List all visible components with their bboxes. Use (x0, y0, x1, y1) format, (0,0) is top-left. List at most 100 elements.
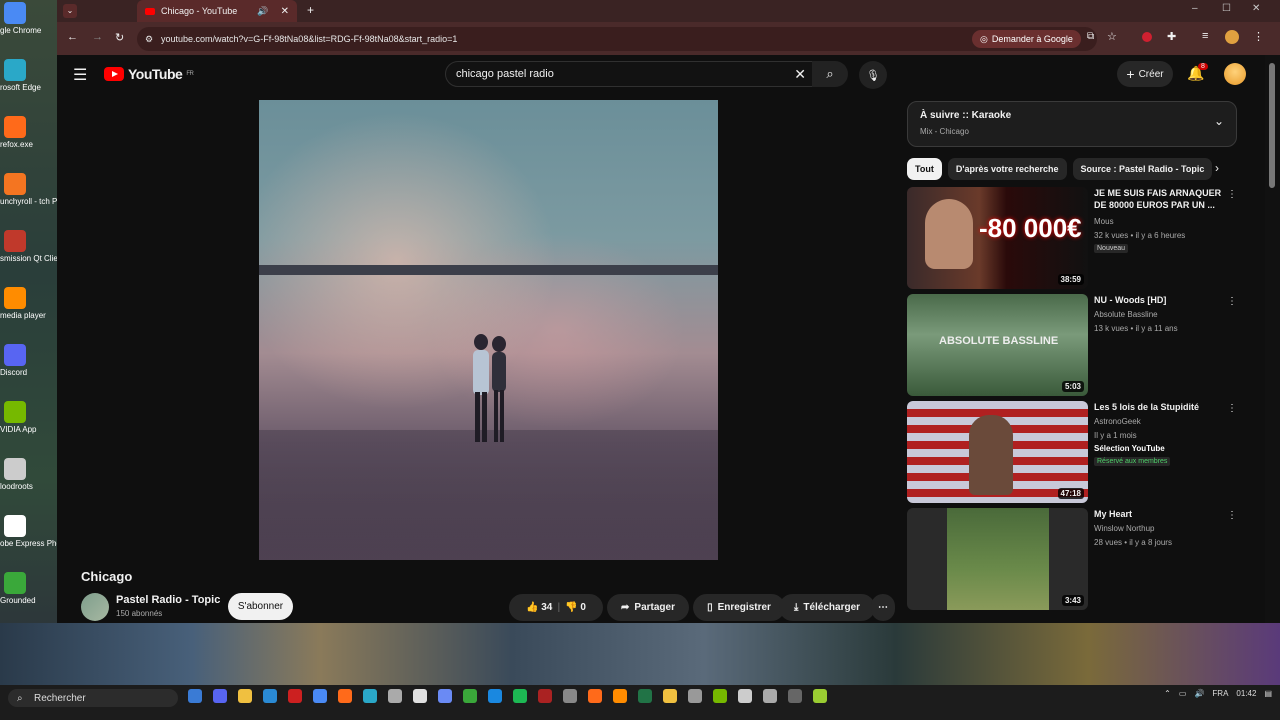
rec-more-icon[interactable]: ⋮ (1227, 189, 1237, 200)
desktop-icon[interactable]: gle Chrome (0, 2, 57, 35)
chevron-right-icon[interactable]: › (1215, 161, 1219, 175)
clock[interactable]: 01:42 (1236, 689, 1256, 698)
maximize-button[interactable]: ☐ (1222, 3, 1231, 14)
notification-center-icon[interactable]: ▤ (1264, 689, 1272, 698)
desktop-icon[interactable]: smission Qt Client (0, 230, 57, 263)
video-player[interactable] (259, 100, 718, 560)
address-bar[interactable]: ⚙ youtube.com/watch?v=G-Ff-98tNa08&list=… (137, 27, 1097, 51)
like-button[interactable]: 👍 34 (526, 602, 552, 613)
subscribe-button[interactable]: S'abonner (228, 593, 293, 620)
extensions-puzzle-icon[interactable]: ✚ (1167, 30, 1176, 43)
hamburger-menu-icon[interactable]: ☰ (73, 65, 87, 85)
rec-video-4[interactable]: 3:43 My Heart Winslow Northup 28 vues • … (907, 508, 1237, 610)
desktop-icon[interactable]: media player (0, 287, 57, 320)
back-button[interactable]: ← (67, 31, 78, 43)
install-icon[interactable]: ⧉ (1087, 31, 1094, 42)
chevron-up-icon[interactable]: ⌃ (1164, 689, 1171, 698)
rec-thumbnail[interactable]: -80 000€ 38:59 (907, 187, 1088, 289)
audio-icon[interactable]: 🔊 (257, 6, 268, 17)
bookmark-star-icon[interactable]: ☆ (1107, 30, 1117, 43)
rec-more-icon[interactable]: ⋮ (1227, 403, 1237, 414)
rec-more-icon[interactable]: ⋮ (1227, 510, 1237, 521)
network-icon[interactable]: ▭ (1179, 689, 1187, 698)
taskbar-app-icon[interactable] (638, 689, 652, 703)
chip-source[interactable]: Source : Pastel Radio - Topic (1072, 158, 1213, 180)
youtube-logo[interactable]: YouTube FR (104, 66, 194, 82)
rec-thumbnail[interactable]: 47:18 (907, 401, 1088, 503)
desktop-icon[interactable]: unchyroll - tch Popul... (0, 173, 57, 206)
taskbar-app-icon[interactable] (313, 689, 327, 703)
desktop-icon[interactable]: Discord (0, 344, 57, 377)
media-control-icon[interactable]: ≡ (1202, 30, 1208, 42)
rec-video-2[interactable]: ABSOLUTE BASSLINE 5:03 NU - Woods [HD] A… (907, 294, 1237, 396)
taskbar-app-icon[interactable] (288, 689, 302, 703)
chip-search[interactable]: D'après votre recherche (947, 158, 1067, 180)
account-avatar[interactable] (1224, 63, 1246, 85)
ask-google-button[interactable]: ◎ Demander à Google (972, 30, 1081, 48)
voice-search-button[interactable]: 🎙 (859, 61, 887, 89)
taskbar-app-icon[interactable] (538, 689, 552, 703)
up-next-panel[interactable]: À suivre :: Karaoke Mix - Chicago ⌄ (907, 101, 1237, 147)
taskbar-search[interactable]: ⌕ Rechercher (8, 689, 178, 707)
chevron-down-icon[interactable]: ⌄ (1214, 114, 1224, 128)
taskbar-app-icon[interactable] (763, 689, 777, 703)
taskbar-app-icon[interactable] (688, 689, 702, 703)
tab-search-button[interactable]: ⌄ (63, 4, 77, 18)
taskbar-app-icon[interactable] (438, 689, 452, 703)
more-actions-button[interactable]: ⋯ (871, 594, 895, 621)
taskbar-app-icon[interactable] (563, 689, 577, 703)
search-input[interactable]: chicago pastel radio ✕ (445, 61, 815, 87)
site-info-icon[interactable]: ⚙ (145, 34, 153, 45)
desktop-icon[interactable]: rosoft Edge (0, 59, 57, 92)
share-button[interactable]: ➦ Partager (607, 594, 689, 621)
rec-video-1[interactable]: -80 000€ 38:59 JE ME SUIS FAIS ARNAQUER … (907, 187, 1237, 289)
desktop-icon[interactable]: Grounded (0, 572, 57, 605)
taskbar-app-icon[interactable] (388, 689, 402, 703)
minimize-button[interactable]: – (1192, 3, 1198, 14)
desktop-icon[interactable]: VIDIA App (0, 401, 57, 434)
clear-search-icon[interactable]: ✕ (794, 66, 806, 83)
volume-icon[interactable]: 🔊 (1194, 689, 1204, 698)
download-button[interactable]: ⤓ Télécharger (779, 594, 875, 621)
tab-youtube[interactable]: Chicago - YouTube 🔊 ✕ (137, 0, 297, 22)
rec-thumbnail[interactable]: 3:43 (907, 508, 1088, 610)
taskbar-app-icon[interactable] (463, 689, 477, 703)
new-tab-button[interactable]: + (307, 3, 314, 17)
page-scrollbar[interactable] (1265, 55, 1280, 623)
taskbar-app-icon[interactable] (413, 689, 427, 703)
taskbar-app-icon[interactable] (738, 689, 752, 703)
taskbar-app-icon[interactable] (338, 689, 352, 703)
rec-thumbnail[interactable]: ABSOLUTE BASSLINE 5:03 (907, 294, 1088, 396)
scrollbar-thumb[interactable] (1269, 63, 1275, 188)
taskbar-app-icon[interactable] (588, 689, 602, 703)
extension-icon[interactable] (1142, 32, 1152, 42)
taskbar-app-icon[interactable] (513, 689, 527, 703)
chip-all[interactable]: Tout (907, 158, 942, 180)
taskbar-app-icon[interactable] (788, 689, 802, 703)
save-button[interactable]: ▯ Enregistrer (693, 594, 785, 621)
search-button[interactable]: ⌕ (812, 61, 848, 87)
desktop-icon[interactable]: loodroots (0, 458, 57, 491)
chrome-menu-icon[interactable]: ⋮ (1253, 30, 1264, 43)
rec-video-3[interactable]: 47:18 Les 5 lois de la Stupidité Astrono… (907, 401, 1237, 503)
taskbar-app-icon[interactable] (213, 689, 227, 703)
profile-avatar[interactable] (1225, 30, 1239, 44)
forward-button[interactable]: → (92, 31, 103, 43)
taskbar-app-icon[interactable] (713, 689, 727, 703)
taskbar-app-icon[interactable] (188, 689, 202, 703)
create-button[interactable]: + Créer (1117, 61, 1173, 87)
taskbar-app-icon[interactable] (263, 689, 277, 703)
rec-more-icon[interactable]: ⋮ (1227, 296, 1237, 307)
taskbar-app-icon[interactable] (363, 689, 377, 703)
tab-close-icon[interactable]: ✕ (281, 6, 289, 17)
desktop-icon[interactable]: obe Express Photos (0, 515, 57, 548)
channel-name[interactable]: Pastel Radio - Topic (116, 594, 220, 606)
taskbar-app-icon[interactable] (613, 689, 627, 703)
dislike-button[interactable]: 👎 0 (565, 602, 586, 613)
window-close-button[interactable]: ✕ (1252, 3, 1260, 14)
reload-button[interactable]: ↻ (115, 31, 124, 44)
taskbar-app-icon[interactable] (488, 689, 502, 703)
desktop-icon[interactable]: refox.exe (0, 116, 57, 149)
channel-avatar[interactable] (81, 593, 109, 621)
language-indicator[interactable]: FRA (1212, 689, 1228, 698)
